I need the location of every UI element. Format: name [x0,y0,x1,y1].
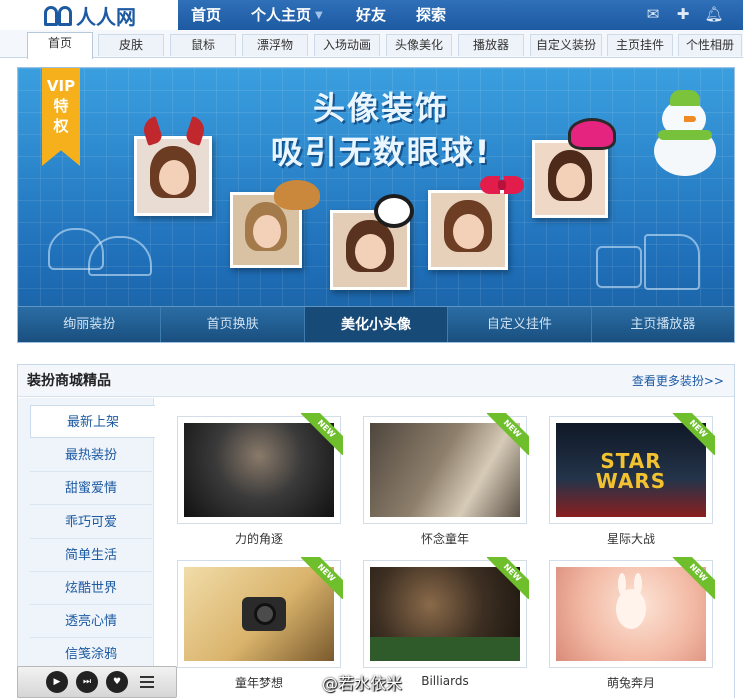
banner-menu-decoration[interactable]: 绚丽装扮 [18,307,162,342]
product-name[interactable]: 怀念童年 [363,530,527,547]
nav-friends-link[interactable]: 好友 [356,0,386,30]
shop-title: 装扮商城精品 [27,373,111,389]
vip-line-2: 特 [53,97,69,115]
add-friend-icon[interactable]: ✚ [673,5,693,23]
vip-line-1: VIP [46,77,76,95]
logo-text: 人人网 [76,4,136,29]
shop-header: 装扮商城精品 查看更多装扮>> [18,365,734,397]
banner-title-line-2: 吸引无数眼球! [270,133,492,171]
new-badge: NEW [673,557,715,599]
category-cute[interactable]: 乖巧可爱 [30,506,152,539]
renren-logo-icon [44,4,74,26]
category-simple-life[interactable]: 简单生活 [30,539,152,572]
nav-explore-link[interactable]: 探索 [416,0,446,30]
top-navigation-bar: 人人网 首页 个人主页 ▼ 好友 探索 ✉ ✚ 🔔︎ [0,0,743,30]
category-bright-mood[interactable]: 透亮心情 [30,605,152,638]
music-player-bar: ▶ ⏭ ♥ [17,666,177,698]
banner-menu: 绚丽装扮 首页换肤 美化小头像 自定义挂件 主页播放器 [18,306,734,342]
tab-entrance-animation[interactable]: 入场动画 [314,34,380,56]
leopard-hat-icon [274,180,320,210]
category-tabs: 首页 皮肤 鼠标 漂浮物 入场动画 头像美化 播放器 自定义装扮 主页挂件 个性… [0,30,743,59]
panda-hat-icon [374,194,414,228]
banner-menu-player[interactable]: 主页播放器 [592,307,734,342]
tab-homepage-widget[interactable]: 主页挂件 [607,34,673,56]
category-hottest[interactable]: 最热装扮 [30,439,152,472]
new-badge: NEW [487,557,529,599]
tab-personal-album[interactable]: 个性相册 [678,34,742,56]
snowman-mascot-icon [650,90,720,180]
promo-banner[interactable]: VIP 特 权 头像装饰 吸引无数眼球! 绚丽装扮 首页换肤 美化小头像 自定义… [17,67,735,343]
shop-category-sidebar: 最新上架 最热装扮 甜蜜爱情 乖巧可爱 简单生活 炫酷世界 透亮心情 信笺涂鸦 [18,398,155,698]
decoration-shop-section: 装扮商城精品 查看更多装扮>> 最新上架 最热装扮 甜蜜爱情 乖巧可爱 简单生活… [17,364,735,698]
nav-profile-link[interactable]: 个人主页 ▼ [251,0,323,30]
tab-home[interactable]: 首页 [27,32,93,59]
red-bow-icon [480,172,524,198]
avatar-photo-cartoon-hat [532,140,608,218]
playlist-icon[interactable] [140,673,154,691]
banner-menu-widget[interactable]: 自定义挂件 [448,307,592,342]
product-name[interactable]: 童年梦想 [177,674,341,691]
notification-bell-icon[interactable]: 🔔︎ [704,5,724,23]
tab-floaters[interactable]: 漂浮物 [242,34,308,56]
view-more-link[interactable]: 查看更多装扮>> [632,365,724,397]
avatar-photo-bow [428,190,508,270]
tab-player[interactable]: 播放器 [458,34,524,56]
tab-mouse[interactable]: 鼠标 [170,34,236,56]
renren-logo[interactable]: 人人网 [44,2,136,29]
product-name[interactable]: 力的角逐 [177,530,341,547]
vip-line-3: 权 [53,117,69,135]
new-badge: NEW [487,413,529,455]
new-badge: NEW [301,413,343,455]
category-sweet-love[interactable]: 甜蜜爱情 [30,472,152,505]
next-icon[interactable]: ⏭ [76,671,98,693]
tab-avatar-beautify[interactable]: 头像美化 [386,34,452,56]
category-cool-world[interactable]: 炫酷世界 [30,572,152,605]
product-name[interactable]: 星际大战 [549,530,713,547]
avatar-photo-devil-horns [134,136,212,216]
chevron-down-icon: ▼ [315,9,323,21]
new-badge: NEW [301,557,343,599]
new-badge: NEW [673,413,715,455]
devil-horns-icon [140,116,208,146]
message-icon[interactable]: ✉ [643,5,663,23]
banner-title-line-1: 头像装饰 [312,89,449,127]
shoe-sketch-icon [596,246,642,288]
banner-menu-avatar[interactable]: 美化小头像 [304,307,449,342]
like-icon[interactable]: ♥ [106,671,128,693]
logo-area: 人人网 [0,0,178,30]
category-new-arrivals[interactable]: 最新上架 [30,405,155,438]
watermark: @若水依米 [322,674,403,693]
play-icon[interactable]: ▶ [46,671,68,693]
tab-custom-decoration[interactable]: 自定义装扮 [530,34,602,56]
banner-menu-skin[interactable]: 首页换肤 [161,307,305,342]
banner-headline: 头像装饰 吸引无数眼球! [256,86,506,174]
nav-home-link[interactable]: 首页 [191,0,221,30]
boots-sketch-icon [644,234,700,290]
vip-ribbon-text: VIP 特 权 [42,76,80,136]
nav-profile-label: 个人主页 [251,6,312,24]
tab-skin[interactable]: 皮肤 [98,34,164,56]
cartoon-hat-icon [568,118,616,150]
product-name[interactable]: 萌兔奔月 [549,674,713,691]
